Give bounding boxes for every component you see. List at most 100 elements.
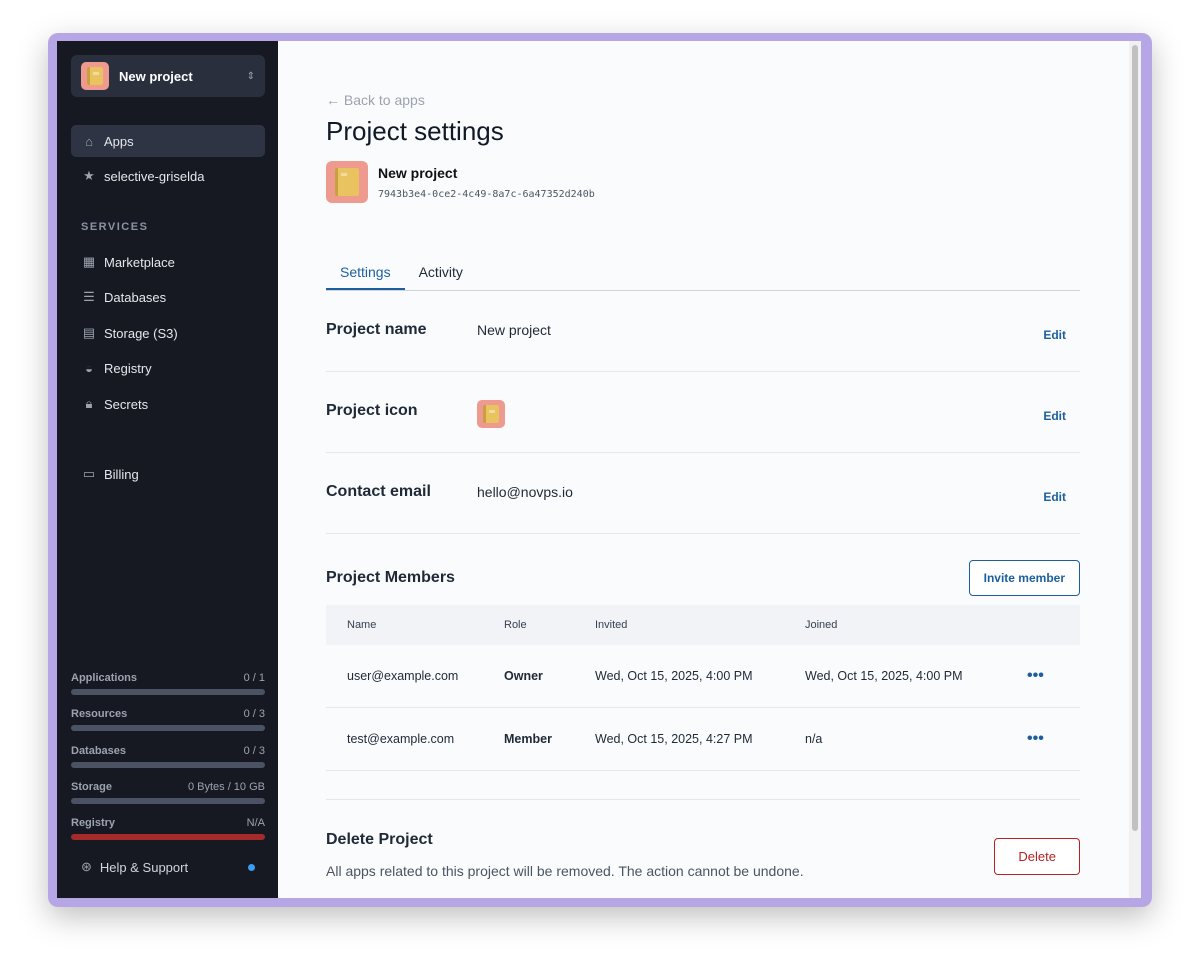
app-window: New project ⇕ ⌂ Apps ★ selective-griselda … [57,41,1141,898]
usage-applications: Applications 0 / 1 [71,672,265,695]
project-id: 7943b3e4-0ce2-4c49-8a7c-6a47352d240b [378,188,595,200]
sidebar-item-databases[interactable]: ☰ Databases [71,281,265,313]
usage-label: Resources [71,708,128,720]
tab-settings[interactable]: Settings [326,257,405,290]
tabs: Settings Activity [326,257,1080,291]
usage-value: 0 / 1 [243,672,265,684]
members-table: Name Role Invited Joined user@example.com Ow… [326,605,1080,771]
project-icon [477,400,505,428]
table-header: Name Role Invited Joined [326,605,1080,645]
delete-button[interactable]: Delete [994,838,1080,875]
project-header: New project 7943b3e4-0ce2-4c49-8a7c-6a473… [326,161,1080,203]
home-icon: ⌂ [85,133,93,149]
usage-bar [71,798,265,804]
member-email: user@example.com [347,669,459,683]
field-label: Project icon [326,402,418,419]
usage-label: Databases [71,745,127,757]
members-title: Project Members [326,569,455,586]
divider [326,799,1080,800]
star-icon: ★ [83,168,95,183]
docker-icon: ◒ [85,360,93,376]
usage-storage: Storage 0 Bytes / 10 GB [71,781,265,804]
field-project-icon: Project icon Edit [326,372,1080,453]
sidebar-item-storage[interactable]: ▤ Storage (S3) [71,317,265,349]
usage-databases: Databases 0 / 3 [71,745,265,768]
usage-label: Storage [71,781,112,793]
nav-label: Secrets [104,396,149,412]
more-icon[interactable]: ••• [1027,730,1044,748]
help-label: Help & Support [99,859,189,875]
back-label: Back to apps [343,92,425,108]
usage-label: Applications [71,672,138,684]
usage-bar [71,689,265,695]
field-value: New project [477,322,551,338]
chevron-updown-icon: ⇕ [246,70,255,82]
sidebar-item-marketplace[interactable]: ▦ Marketplace [71,246,265,278]
project-name: New project [119,68,193,84]
usage-bar [71,834,265,840]
delete-title: Delete Project [326,831,433,848]
more-icon[interactable]: ••• [1027,667,1044,685]
wallet-icon: ▭ [82,466,96,481]
sidebar-item-billing[interactable]: ▭ Billing [71,458,265,490]
usage-resources: Resources 0 / 3 [71,708,265,731]
col-joined: Joined [805,619,838,631]
delete-section: Delete Project All apps related to this … [326,831,1080,879]
nav-label: Marketplace [104,254,175,270]
project-icon [326,161,368,203]
sidebar-item-selective-griselda[interactable]: ★ selective-griselda [71,160,265,192]
member-role: Owner [504,669,543,683]
table-row: user@example.com Owner Wed, Oct 15, 2025, … [326,645,1080,708]
nav-label: Apps [104,133,134,149]
server-icon: ▤ [82,325,96,340]
col-role: Role [504,619,527,631]
tab-activity[interactable]: Activity [405,257,477,290]
services-heading: SERVICES [81,221,149,233]
usage-value: 0 / 3 [243,745,265,757]
usage-value: 0 / 3 [243,708,265,720]
nav-label: Registry [104,360,152,376]
usage-value: 0 Bytes / 10 GB [187,781,265,793]
lifebuoy-icon: ⊛ [81,859,92,874]
member-role: Member [504,732,552,746]
sidebar-item-apps[interactable]: ⌂ Apps [71,125,265,157]
sidebar-item-secrets[interactable]: 🔒︎ Secrets [71,388,265,420]
field-project-name: Project name New project Edit [326,291,1080,372]
usage-label: Registry [71,817,116,829]
usage-value: N/A [246,817,265,829]
page-title: Project settings [326,116,504,146]
member-joined: n/a [805,732,823,746]
project-switcher[interactable]: New project ⇕ [71,55,265,97]
members-header: Project Members Invite member [326,560,1080,596]
sidebar: New project ⇕ ⌂ Apps ★ selective-griselda … [57,41,278,898]
member-invited: Wed, Oct 15, 2025, 4:00 PM [595,669,753,683]
field-contact-email: Contact email hello@novps.io Edit [326,453,1080,534]
nav-label: Databases [104,289,167,305]
member-email: test@example.com [347,732,455,746]
field-label: Contact email [326,483,431,500]
store-icon: ▦ [82,254,96,269]
invite-member-button[interactable]: Invite member [968,560,1080,596]
arrow-left-icon: ← [326,92,344,108]
table-row: test@example.com Member Wed, Oct 15, 2025,… [326,708,1080,771]
settings-fields: Project name New project Edit Project icon… [326,291,1080,534]
col-name: Name [347,619,377,631]
usage-registry: Registry N/A [71,817,265,840]
edit-icon-button[interactable]: Edit [1043,409,1066,423]
main-content: ← Back to apps Project settings New proj… [278,41,1141,898]
nav-label: selective-griselda [104,168,205,184]
nav-label: Billing [104,466,139,482]
lock-icon: 🔒︎ [85,396,93,411]
scrollbar[interactable] [1129,41,1141,898]
sidebar-item-registry[interactable]: ◒ Registry [71,352,265,384]
project-name: New project [378,164,458,181]
project-icon [81,62,109,90]
back-link[interactable]: ← Back to apps [326,92,1080,108]
col-invited: Invited [595,619,628,631]
help-support-link[interactable]: ⊛ Help & Support [81,859,255,875]
member-joined: Wed, Oct 15, 2025, 4:00 PM [805,669,963,683]
database-icon: ☰ [83,289,95,304]
edit-name-button[interactable]: Edit [1043,328,1066,342]
edit-email-button[interactable]: Edit [1043,490,1066,504]
field-value: hello@novps.io [477,484,573,500]
